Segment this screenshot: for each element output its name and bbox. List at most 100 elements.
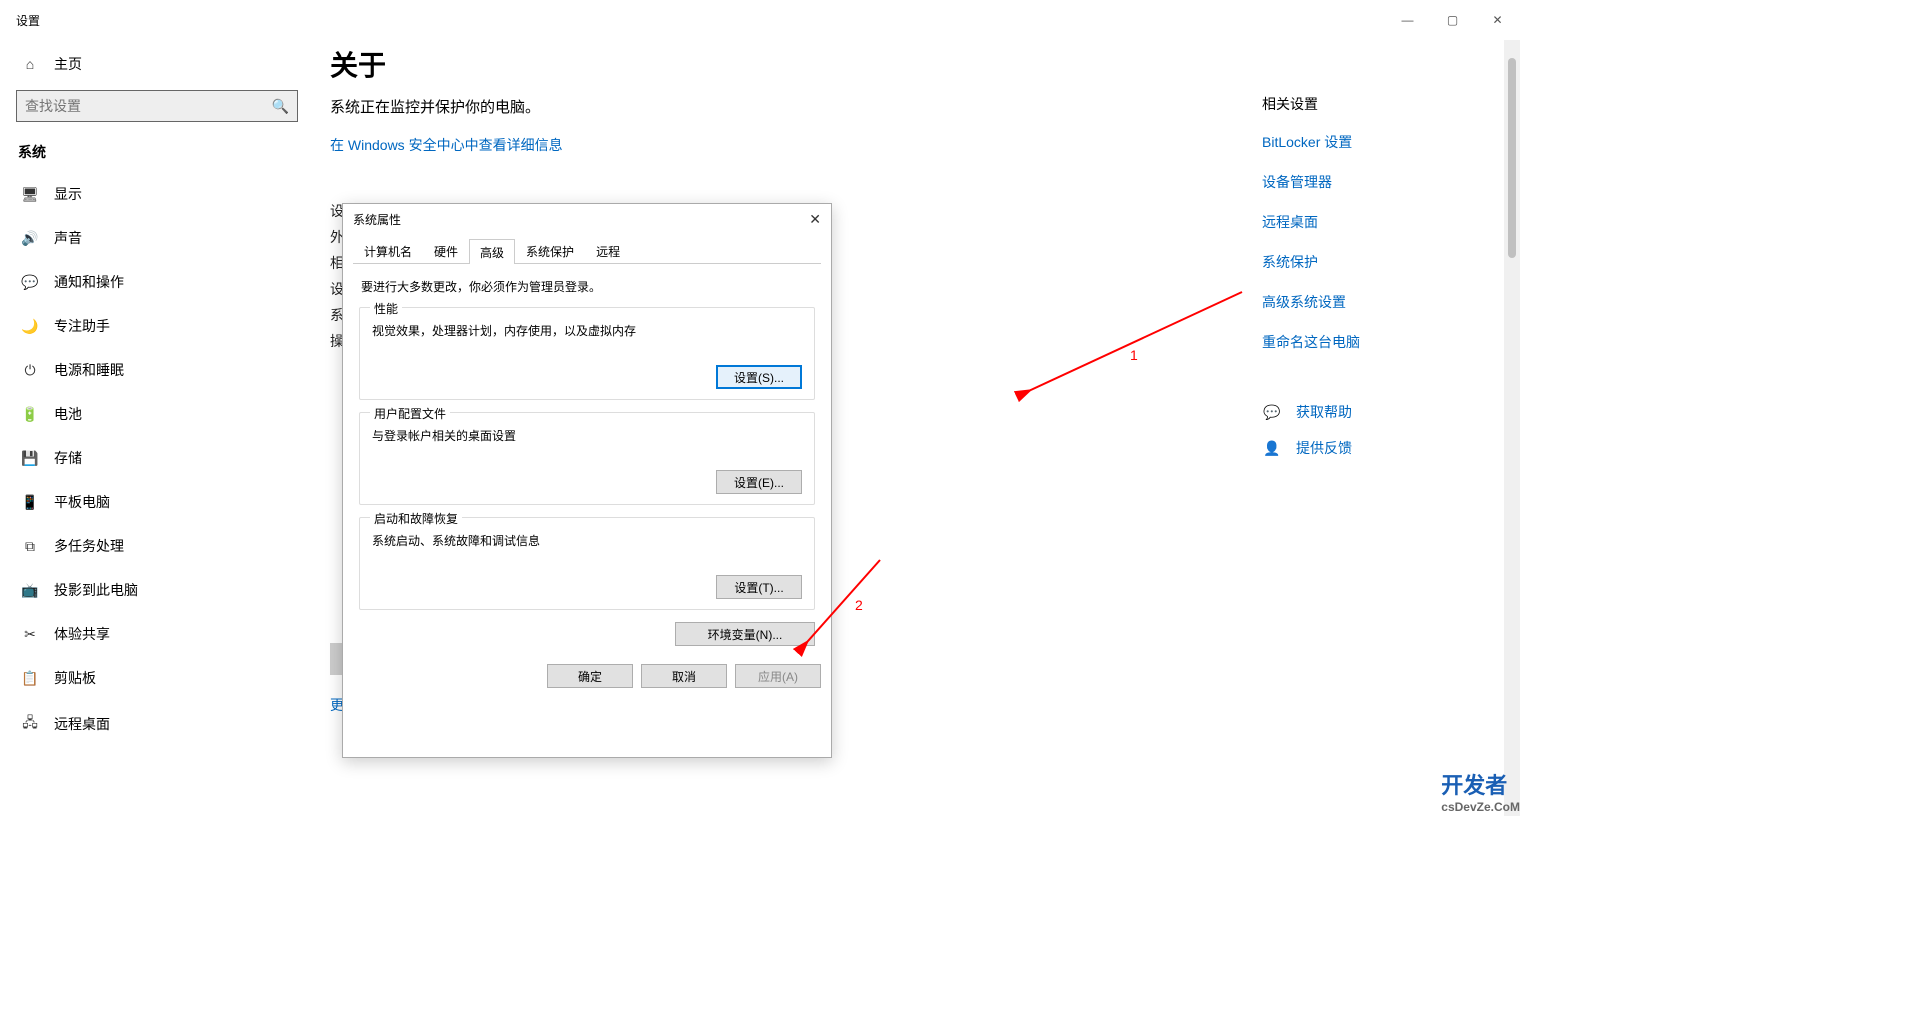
section-label: 系统 <box>18 142 292 162</box>
sidebar-item-icon: 🌙 <box>20 318 40 335</box>
sidebar-item-label: 电池 <box>54 404 82 424</box>
tab-2[interactable]: 高级 <box>469 239 515 264</box>
system-properties-dialog: 系统属性 ✕ 计算机名硬件高级系统保护远程 要进行大多数更改，你必须作为管理员登… <box>342 203 832 758</box>
tab-1[interactable]: 硬件 <box>423 238 469 263</box>
sidebar-item-label: 体验共享 <box>54 624 110 644</box>
sidebar-item-0[interactable]: 🖥显示 <box>16 172 294 216</box>
sidebar-item-icon: 💾 <box>20 450 40 467</box>
related-link-0[interactable]: BitLocker 设置 <box>1262 132 1508 152</box>
dialog-titlebar: 系统属性 ✕ <box>343 204 831 234</box>
sidebar-item-label: 平板电脑 <box>54 492 110 512</box>
security-center-link[interactable]: 在 Windows 安全中心中查看详细信息 <box>330 135 1230 155</box>
sidebar-item-10[interactable]: ✂ 体验共享 <box>16 612 294 656</box>
home-link[interactable]: ⌂ 主页 <box>16 40 294 84</box>
sidebar-item-label: 通知和操作 <box>54 272 124 292</box>
sidebar-item-label: 投影到此电脑 <box>54 580 138 600</box>
get-help-link[interactable]: 💬 获取帮助 <box>1262 402 1508 422</box>
sidebar-item-icon: 🔋 <box>20 406 40 423</box>
sidebar: ⌂ 主页 🔍 系统 🖥显示 🔊 声音 💬 通知和操作 🌙 专注助手 ⏻ 电源和睡眠 🔋 电池 💾 存储 📱… <box>0 40 310 816</box>
sidebar-item-label: 剪贴板 <box>54 668 96 688</box>
sidebar-item-icon: 🖥 <box>20 186 40 203</box>
sidebar-item-label: 远程桌面 <box>54 714 110 734</box>
sidebar-item-1[interactable]: 🔊 声音 <box>16 216 294 260</box>
search-icon: 🔍 <box>272 98 289 115</box>
minimize-button[interactable]: — <box>1385 0 1430 40</box>
sidebar-item-label: 声音 <box>54 228 82 248</box>
page-title: 关于 <box>330 44 1230 84</box>
sidebar-item-12[interactable]: 🖧 远程桌面 <box>16 700 294 748</box>
sidebar-item-8[interactable]: ⧉ 多任务处理 <box>16 524 294 568</box>
home-label: 主页 <box>54 54 82 74</box>
admin-note: 要进行大多数更改，你必须作为管理员登录。 <box>361 278 813 295</box>
sidebar-item-7[interactable]: 📱 平板电脑 <box>16 480 294 524</box>
sidebar-item-icon: 📱 <box>20 494 40 511</box>
sidebar-item-icon: ⧉ <box>20 538 40 555</box>
sidebar-item-4[interactable]: ⏻ 电源和睡眠 <box>16 348 294 392</box>
tab-4[interactable]: 远程 <box>585 238 631 263</box>
watermark-small: csDevZe.CoM <box>1441 800 1520 814</box>
startup-settings-button[interactable]: 设置(T)... <box>716 575 802 599</box>
sidebar-item-icon: 🖧 <box>20 712 40 736</box>
startup-desc: 系统启动、系统故障和调试信息 <box>372 532 802 549</box>
sidebar-item-6[interactable]: 💾 存储 <box>16 436 294 480</box>
related-link-1[interactable]: 设备管理器 <box>1262 172 1508 192</box>
help-label: 获取帮助 <box>1296 402 1352 422</box>
close-button[interactable]: ✕ <box>1475 0 1520 40</box>
performance-title: 性能 <box>370 300 402 317</box>
chat-icon: 💬 <box>1262 404 1282 421</box>
window-title: 设置 <box>16 12 1385 29</box>
user-profile-title: 用户配置文件 <box>370 405 450 422</box>
sidebar-item-11[interactable]: 📋 剪贴板 <box>16 656 294 700</box>
tab-0[interactable]: 计算机名 <box>353 238 423 263</box>
startup-title: 启动和故障恢复 <box>370 510 462 527</box>
search-input[interactable]: 🔍 <box>16 90 298 122</box>
performance-desc: 视觉效果，处理器计划，内存使用，以及虚拟内存 <box>372 322 802 339</box>
dialog-close-icon[interactable]: ✕ <box>809 211 821 228</box>
sidebar-item-label: 多任务处理 <box>54 536 124 556</box>
sidebar-item-label: 电源和睡眠 <box>54 360 124 380</box>
watermark-big: 开发者 <box>1441 773 1507 798</box>
dialog-tabs: 计算机名硬件高级系统保护远程 <box>353 238 821 264</box>
performance-settings-button[interactable]: 设置(S)... <box>716 365 802 389</box>
user-profile-settings-button[interactable]: 设置(E)... <box>716 470 802 494</box>
sidebar-item-icon: 💬 <box>20 274 40 291</box>
sidebar-item-5[interactable]: 🔋 电池 <box>16 392 294 436</box>
startup-group: 启动和故障恢复 系统启动、系统故障和调试信息 设置(T)... <box>359 517 815 610</box>
sidebar-item-9[interactable]: 📺 投影到此电脑 <box>16 568 294 612</box>
sidebar-item-icon: 📋 <box>20 670 40 687</box>
protect-line: 系统正在监控并保护你的电脑。 <box>330 96 1230 117</box>
cancel-button[interactable]: 取消 <box>641 664 727 688</box>
maximize-button[interactable]: ▢ <box>1430 0 1475 40</box>
related-link-4[interactable]: 高级系统设置 <box>1262 292 1508 312</box>
user-profile-desc: 与登录帐户相关的桌面设置 <box>372 427 802 444</box>
sidebar-item-icon: 📺 <box>20 582 40 599</box>
window-titlebar: 设置 — ▢ ✕ <box>0 0 1520 40</box>
watermark: 开发者 csDevZe.CoM <box>1441 768 1520 814</box>
user-profile-group: 用户配置文件 与登录帐户相关的桌面设置 设置(E)... <box>359 412 815 505</box>
feedback-link[interactable]: 👤 提供反馈 <box>1262 438 1508 458</box>
scrollbar-thumb[interactable] <box>1508 58 1516 258</box>
sidebar-item-icon: ✂ <box>20 626 40 643</box>
sidebar-item-3[interactable]: 🌙 专注助手 <box>16 304 294 348</box>
person-icon: 👤 <box>1262 440 1282 457</box>
sidebar-item-icon: 🔊 <box>20 230 40 247</box>
related-settings-pane: 相关设置 BitLocker 设置设备管理器远程桌面系统保护高级系统设置重命名这… <box>1250 40 1520 816</box>
sidebar-item-label: 存储 <box>54 448 82 468</box>
dialog-title: 系统属性 <box>353 211 401 228</box>
window-controls: — ▢ ✕ <box>1385 0 1520 40</box>
related-link-3[interactable]: 系统保护 <box>1262 252 1508 272</box>
related-title: 相关设置 <box>1262 94 1508 114</box>
search-field[interactable] <box>25 98 272 114</box>
related-link-2[interactable]: 远程桌面 <box>1262 212 1508 232</box>
dialog-footer: 确定 取消 应用(A) <box>343 656 831 696</box>
related-link-5[interactable]: 重命名这台电脑 <box>1262 332 1508 352</box>
tab-3[interactable]: 系统保护 <box>515 238 585 263</box>
ok-button[interactable]: 确定 <box>547 664 633 688</box>
apply-button[interactable]: 应用(A) <box>735 664 821 688</box>
home-icon: ⌂ <box>20 56 40 72</box>
sidebar-item-2[interactable]: 💬 通知和操作 <box>16 260 294 304</box>
vertical-scrollbar[interactable] <box>1504 40 1520 816</box>
sidebar-item-label: 专注助手 <box>54 316 110 336</box>
sidebar-item-icon: ⏻ <box>20 362 40 379</box>
environment-variables-button[interactable]: 环境变量(N)... <box>675 622 815 646</box>
